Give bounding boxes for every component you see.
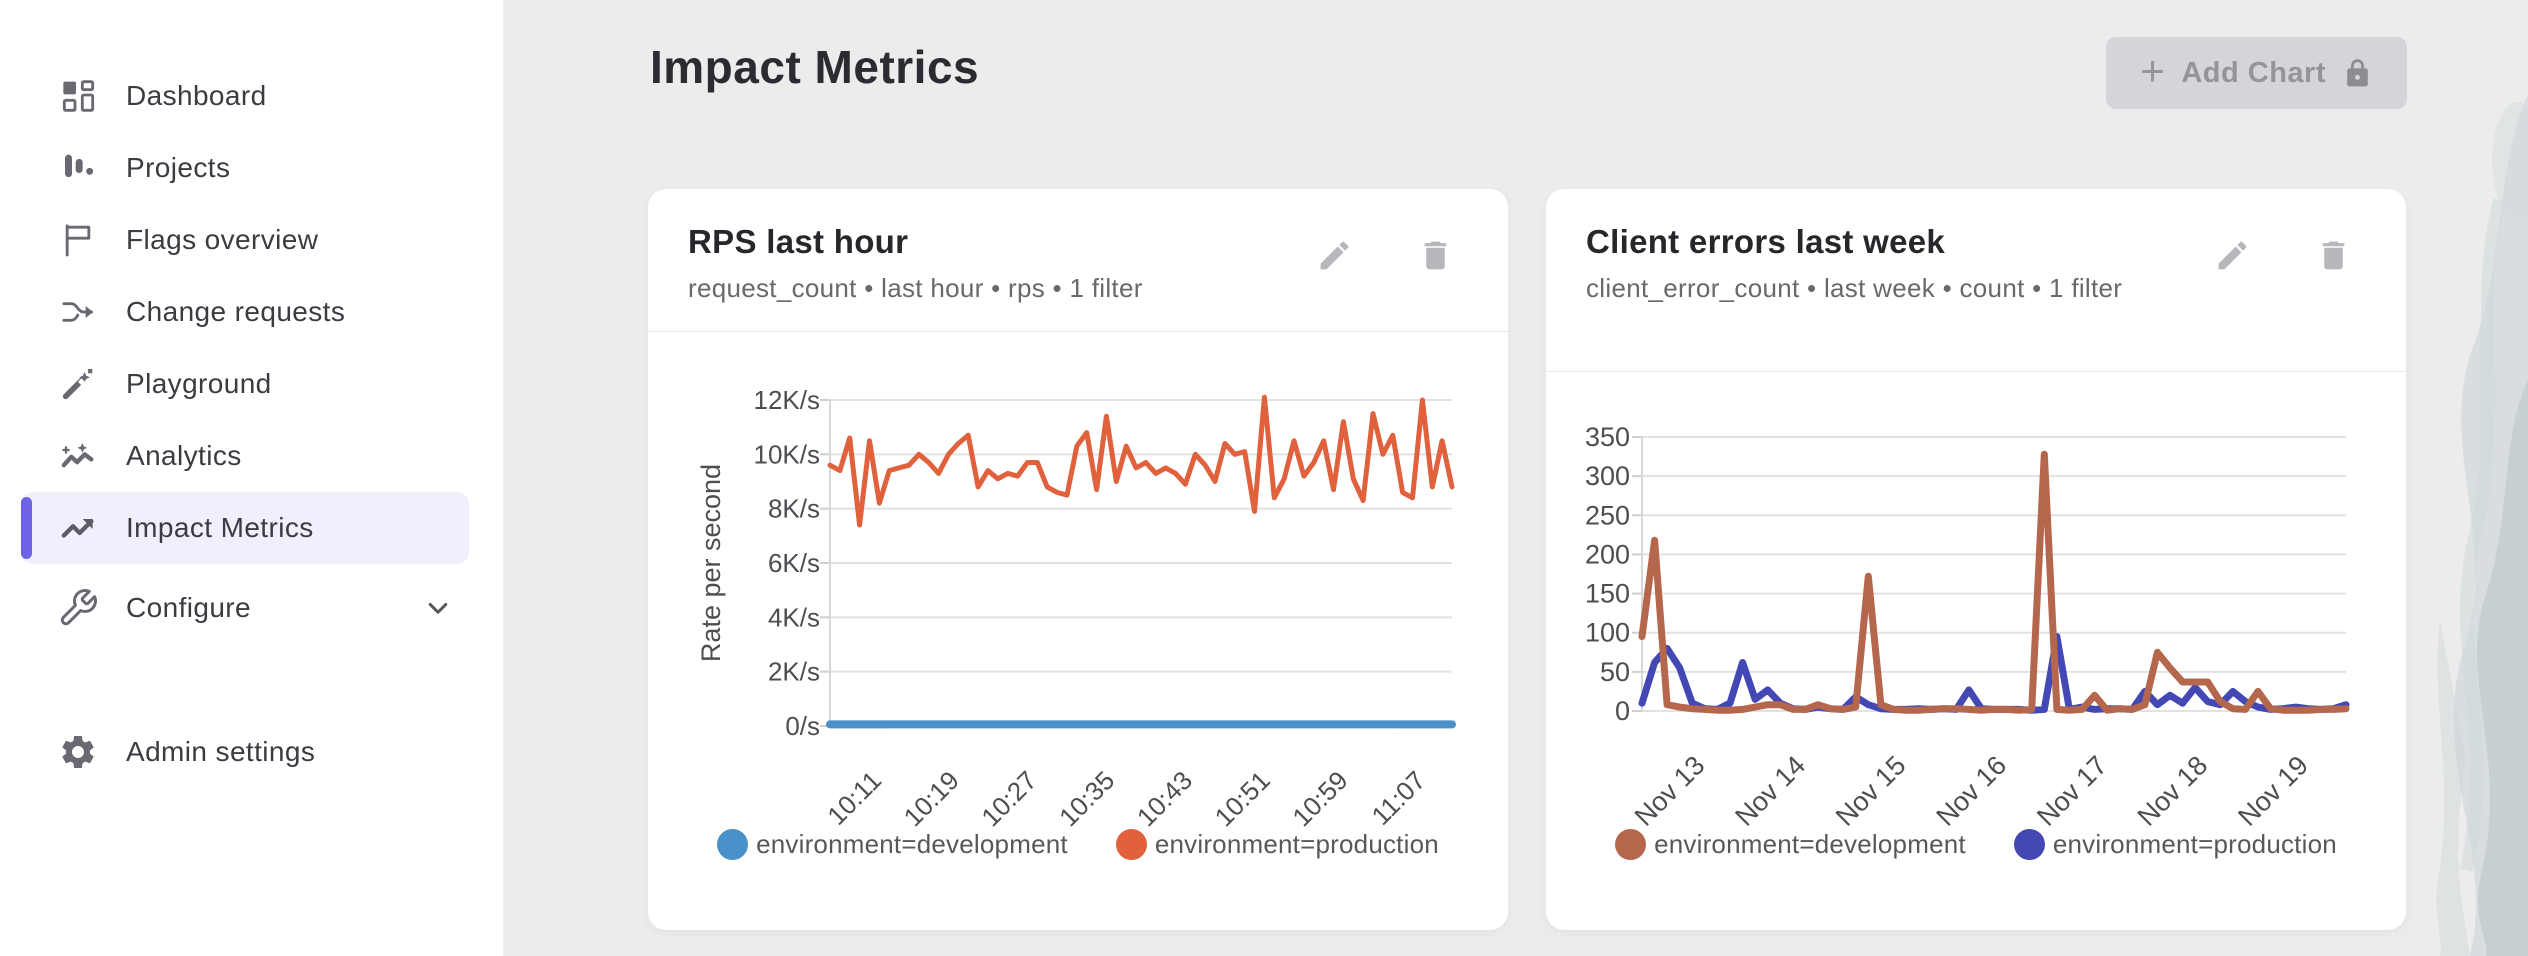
wrench-icon <box>56 586 100 630</box>
svg-text:Nov 15: Nov 15 <box>1830 750 1912 832</box>
sidebar-item-label: Configure <box>126 592 251 624</box>
main-content: Impact Metrics + Add Chart RPS last hour… <box>503 0 2528 956</box>
chart-legend: environment=development environment=prod… <box>1546 829 2406 860</box>
flag-icon <box>56 218 100 262</box>
card-title: RPS last hour <box>688 223 1316 261</box>
gear-icon <box>56 730 100 774</box>
svg-text:Nov 16: Nov 16 <box>1931 750 2013 832</box>
svg-text:10:59: 10:59 <box>1286 765 1353 832</box>
svg-text:100: 100 <box>1585 618 1630 648</box>
legend-label: environment=development <box>1654 829 1966 860</box>
add-chart-label: Add Chart <box>2181 57 2326 90</box>
svg-text:0: 0 <box>1615 696 1630 726</box>
legend-label: environment=production <box>1155 829 1439 860</box>
sidebar-item-label: Impact Metrics <box>126 512 314 544</box>
plus-icon: + <box>2140 50 2165 92</box>
svg-text:Nov 17: Nov 17 <box>2031 750 2113 832</box>
svg-text:200: 200 <box>1585 539 1630 569</box>
edit-pencil-icon[interactable] <box>1316 237 1353 274</box>
svg-text:0/s: 0/s <box>785 711 820 741</box>
chart-card-client-errors: Client errors last week client_error_cou… <box>1546 189 2406 930</box>
app-root: Dashboard Projects <box>0 0 2528 956</box>
delete-trash-icon[interactable] <box>2315 237 2352 274</box>
svg-text:10K/s: 10K/s <box>754 439 821 469</box>
svg-text:50: 50 <box>1600 657 1630 687</box>
svg-text:10:19: 10:19 <box>898 765 965 832</box>
sidebar-item-label: Admin settings <box>126 736 315 768</box>
legend-item-production: environment=production <box>2014 829 2337 860</box>
sidebar-item-change-requests[interactable]: Change requests <box>21 276 469 348</box>
card-divider <box>1546 371 2406 372</box>
card-header: RPS last hour request_count • last hour … <box>648 189 1508 306</box>
sidebar-item-label: Playground <box>126 368 272 400</box>
page-title: Impact Metrics <box>650 40 979 94</box>
add-chart-button[interactable]: + Add Chart <box>2106 37 2407 109</box>
chevron-down-icon[interactable] <box>421 591 455 625</box>
card-header: Client errors last week client_error_cou… <box>1546 189 2406 306</box>
sidebar-item-configure[interactable]: Configure <box>21 572 469 644</box>
svg-text:150: 150 <box>1585 579 1630 609</box>
sidebar-item-dashboard[interactable]: Dashboard <box>21 60 469 132</box>
svg-text:2K/s: 2K/s <box>768 657 820 687</box>
svg-text:12K/s: 12K/s <box>754 385 821 415</box>
sidebar-item-impact-metrics[interactable]: Impact Metrics <box>21 492 469 564</box>
svg-text:8K/s: 8K/s <box>768 494 820 524</box>
svg-text:350: 350 <box>1585 422 1630 452</box>
legend-item-production: environment=production <box>1116 829 1439 860</box>
background-texture <box>2400 0 2528 956</box>
svg-text:10:51: 10:51 <box>1209 765 1276 832</box>
chart-legend: environment=development environment=prod… <box>648 829 1508 860</box>
svg-text:250: 250 <box>1585 500 1630 530</box>
edit-pencil-icon[interactable] <box>2214 237 2251 274</box>
legend-dot-production <box>2014 829 2045 860</box>
sidebar-item-label: Analytics <box>126 440 242 472</box>
svg-text:Nov 18: Nov 18 <box>2132 750 2214 832</box>
sidebar-item-admin-settings[interactable]: Admin settings <box>21 716 469 788</box>
sidebar-item-label: Projects <box>126 152 230 184</box>
sidebar-nav: Dashboard Projects <box>0 0 503 788</box>
dashboard-grid-icon <box>56 74 100 118</box>
legend-label: environment=development <box>756 829 1068 860</box>
svg-text:300: 300 <box>1585 461 1630 491</box>
svg-text:10:27: 10:27 <box>975 765 1042 832</box>
sidebar-item-playground[interactable]: Playground <box>21 348 469 420</box>
svg-text:10:43: 10:43 <box>1131 765 1198 832</box>
merge-arrow-icon <box>56 290 100 334</box>
legend-label: environment=production <box>2053 829 2337 860</box>
svg-text:Nov 14: Nov 14 <box>1729 750 1811 832</box>
projects-bars-icon <box>56 146 100 190</box>
sidebar-item-label: Dashboard <box>126 80 267 112</box>
lock-icon <box>2342 58 2373 89</box>
sidebar-item-analytics[interactable]: Analytics <box>21 420 469 492</box>
legend-dot-development <box>717 829 748 860</box>
svg-text:4K/s: 4K/s <box>768 602 820 632</box>
card-subtitle: client_error_count • last week • count •… <box>1586 271 2186 306</box>
svg-text:Rate per second: Rate per second <box>696 464 726 662</box>
legend-dot-development <box>1615 829 1646 860</box>
svg-text:Nov 13: Nov 13 <box>1629 750 1711 832</box>
sidebar-item-projects[interactable]: Projects <box>21 132 469 204</box>
card-title: Client errors last week <box>1586 223 2214 261</box>
sidebar-item-label: Flags overview <box>126 224 318 256</box>
svg-text:10:11: 10:11 <box>821 765 887 831</box>
legend-item-development: environment=development <box>717 829 1068 860</box>
svg-text:11:07: 11:07 <box>1366 765 1432 831</box>
svg-text:Nov 19: Nov 19 <box>2232 750 2314 832</box>
sparkline-stars-icon <box>56 434 100 478</box>
legend-dot-production <box>1116 829 1147 860</box>
card-divider <box>648 331 1508 332</box>
chart-card-rps-last-hour: RPS last hour request_count • last hour … <box>648 189 1508 930</box>
card-subtitle: request_count • last hour • rps • 1 filt… <box>688 271 1288 306</box>
legend-item-development: environment=development <box>1615 829 1966 860</box>
svg-text:10:35: 10:35 <box>1053 765 1120 832</box>
sidebar-item-flags-overview[interactable]: Flags overview <box>21 204 469 276</box>
trending-up-icon <box>56 506 100 550</box>
svg-text:6K/s: 6K/s <box>768 548 820 578</box>
magic-wand-icon <box>56 362 100 406</box>
sidebar: Dashboard Projects <box>0 0 503 956</box>
sidebar-item-label: Change requests <box>126 296 345 328</box>
delete-trash-icon[interactable] <box>1417 237 1454 274</box>
